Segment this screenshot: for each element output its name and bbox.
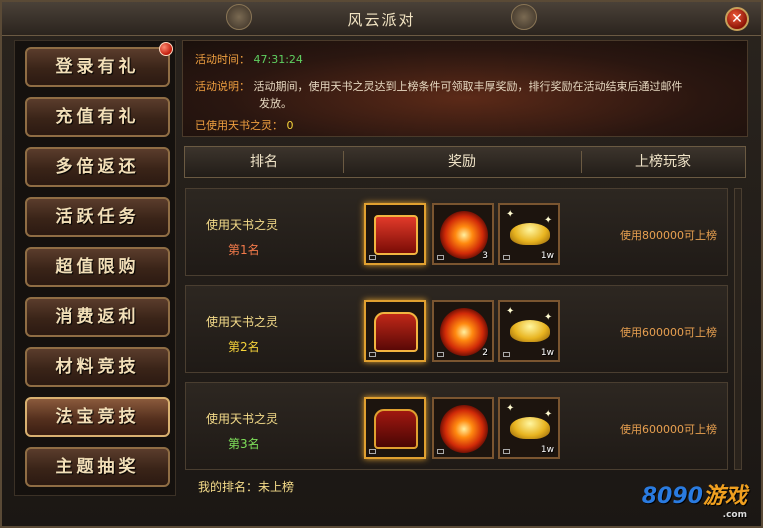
- bag-icon: [437, 352, 444, 357]
- reward-slot-orb[interactable]: [432, 397, 494, 459]
- ranking-table-header: 排名 奖励 上榜玩家: [184, 146, 746, 178]
- table-row: 使用天书之灵 第1名 3 ✦ ✦ 1w 使用800000可上榜: [185, 188, 728, 276]
- event-info-banner: 活动时间： 47:31:24 活动说明： 活动期间，使用天书之灵达到上榜条件可领…: [182, 40, 748, 137]
- gold-ingot-icon: [510, 417, 550, 439]
- bag-icon: [369, 449, 376, 454]
- watermark-number: 8090: [641, 484, 703, 509]
- fire-orb-icon: [440, 308, 488, 356]
- reward-slot-orb[interactable]: 2: [432, 300, 494, 362]
- header-reward: 奖励: [448, 154, 476, 170]
- rank-condition: 使用天书之灵: [206, 315, 279, 329]
- golden-treasure-chest-icon: [374, 312, 418, 352]
- reward-slot-gold[interactable]: ✦ ✦ 1w: [498, 203, 560, 265]
- sparkle-icon: ✦: [506, 209, 515, 220]
- title-bar: 风云派对 ✕: [2, 2, 761, 36]
- rank-place: 第1名: [228, 243, 260, 257]
- bag-icon: [369, 255, 376, 260]
- rank-place: 第3名: [228, 437, 260, 451]
- watermark-text: 游戏: [702, 484, 747, 509]
- bag-icon: [503, 352, 510, 357]
- table-row: 使用天书之灵 第3名 ✦ ✦ 1w 使用600000可上榜: [185, 382, 728, 470]
- reward-slot-chest[interactable]: [364, 203, 426, 265]
- reward-slot-gold[interactable]: ✦ ✦ 1w: [498, 300, 560, 362]
- sidebar-item-spend-rebate[interactable]: 消费返利: [25, 297, 170, 337]
- event-desc-row-2: 发放。: [259, 95, 292, 111]
- table-row: 使用天书之灵 第2名 2 ✦ ✦ 1w 使用600000可上榜: [185, 285, 728, 373]
- close-icon: ✕: [731, 11, 743, 27]
- rank-place: 第2名: [228, 340, 260, 354]
- bag-icon: [437, 255, 444, 260]
- sparkle-icon: ✦: [544, 215, 553, 226]
- sidebar-item-treasure-contest[interactable]: 法宝竞技: [25, 397, 170, 437]
- sidebar-item-limited-purchase[interactable]: 超值限购: [25, 247, 170, 287]
- item-count: 1w: [540, 251, 554, 261]
- red-gift-chest-icon: [374, 215, 418, 255]
- sidebar-item-label: 充值有礼: [55, 107, 140, 127]
- sidebar-item-label: 材料竞技: [55, 357, 140, 377]
- notification-badge: [159, 42, 173, 56]
- fire-orb-icon: [440, 405, 488, 453]
- rank-requirement: 使用600000可上榜: [620, 326, 717, 339]
- sidebar-item-label: 主题抽奖: [55, 457, 140, 477]
- event-window: 风云派对 ✕ 登录有礼 充值有礼 多倍返还 活跃任务 超值限购 消费返利 材料竞…: [0, 0, 763, 528]
- item-count: 1w: [540, 348, 554, 358]
- sidebar-item-label: 消费返利: [55, 307, 140, 327]
- sidebar-item-label: 多倍返还: [55, 157, 140, 177]
- reward-slot-chest[interactable]: [364, 300, 426, 362]
- sidebar-item-label: 超值限购: [55, 257, 140, 277]
- reward-slot-orb[interactable]: 3: [432, 203, 494, 265]
- sidebar-item-label: 登录有礼: [55, 57, 140, 77]
- sidebar: 登录有礼 充值有礼 多倍返还 活跃任务 超值限购 消费返利 材料竞技 法宝竞技 …: [14, 40, 176, 496]
- sparkle-icon: ✦: [506, 306, 515, 317]
- event-desc-text-2: 发放。: [259, 97, 292, 110]
- rank-requirement: 使用800000可上榜: [620, 229, 717, 242]
- close-button[interactable]: ✕: [725, 7, 749, 31]
- used-count-row: 已使用天书之灵： 0: [195, 117, 294, 133]
- sidebar-item-recharge-gift[interactable]: 充值有礼: [25, 97, 170, 137]
- watermark-domain: .com: [722, 510, 747, 520]
- sparkle-icon: ✦: [544, 409, 553, 420]
- event-time-row: 活动时间： 47:31:24: [195, 51, 303, 67]
- site-watermark-logo: 8090游戏 .com: [642, 478, 747, 520]
- fire-orb-icon: [440, 211, 488, 259]
- sidebar-item-label: 活跃任务: [55, 207, 140, 227]
- event-desc-label: 活动说明：: [195, 80, 250, 93]
- sparkle-icon: ✦: [506, 403, 515, 414]
- gold-ingot-icon: [510, 320, 550, 342]
- header-players: 上榜玩家: [635, 154, 691, 170]
- sidebar-item-label: 法宝竞技: [55, 407, 140, 427]
- sparkle-icon: ✦: [544, 312, 553, 323]
- bag-icon: [369, 352, 376, 357]
- event-desc-row: 活动说明： 活动期间，使用天书之灵达到上榜条件可领取丰厚奖励，排行奖励在活动结束…: [195, 78, 683, 94]
- reward-slot-gold[interactable]: ✦ ✦ 1w: [498, 397, 560, 459]
- used-count-value: 0: [286, 119, 294, 132]
- rank-condition: 使用天书之灵: [206, 218, 279, 232]
- sidebar-item-multi-rebate[interactable]: 多倍返还: [25, 147, 170, 187]
- header-rank: 排名: [250, 154, 278, 170]
- sidebar-item-theme-lottery[interactable]: 主题抽奖: [25, 447, 170, 487]
- event-desc-text: 活动期间，使用天书之灵达到上榜条件可领取丰厚奖励，排行奖励在活动结束后通过邮件: [253, 80, 683, 93]
- used-count-label: 已使用天书之灵：: [195, 119, 283, 132]
- bag-icon: [503, 449, 510, 454]
- bag-icon: [503, 255, 510, 260]
- sidebar-item-active-tasks[interactable]: 活跃任务: [25, 197, 170, 237]
- rank-condition: 使用天书之灵: [206, 412, 279, 426]
- item-count: 3: [482, 251, 488, 261]
- item-count: 2: [482, 348, 488, 358]
- event-time-label: 活动时间：: [195, 53, 250, 66]
- sidebar-item-login-gift[interactable]: 登录有礼: [25, 47, 170, 87]
- red-treasure-chest-icon: [374, 409, 418, 449]
- event-time-value: 47:31:24: [253, 53, 303, 66]
- sidebar-item-material-contest[interactable]: 材料竞技: [25, 347, 170, 387]
- my-rank-status: 我的排名：未上榜: [198, 480, 295, 494]
- bag-icon: [437, 449, 444, 454]
- item-count: 1w: [540, 445, 554, 455]
- ranking-scrollbar[interactable]: [734, 188, 742, 470]
- window-title: 风云派对: [347, 11, 416, 29]
- reward-slot-chest[interactable]: [364, 397, 426, 459]
- rank-requirement: 使用600000可上榜: [620, 423, 717, 436]
- gold-ingot-icon: [510, 223, 550, 245]
